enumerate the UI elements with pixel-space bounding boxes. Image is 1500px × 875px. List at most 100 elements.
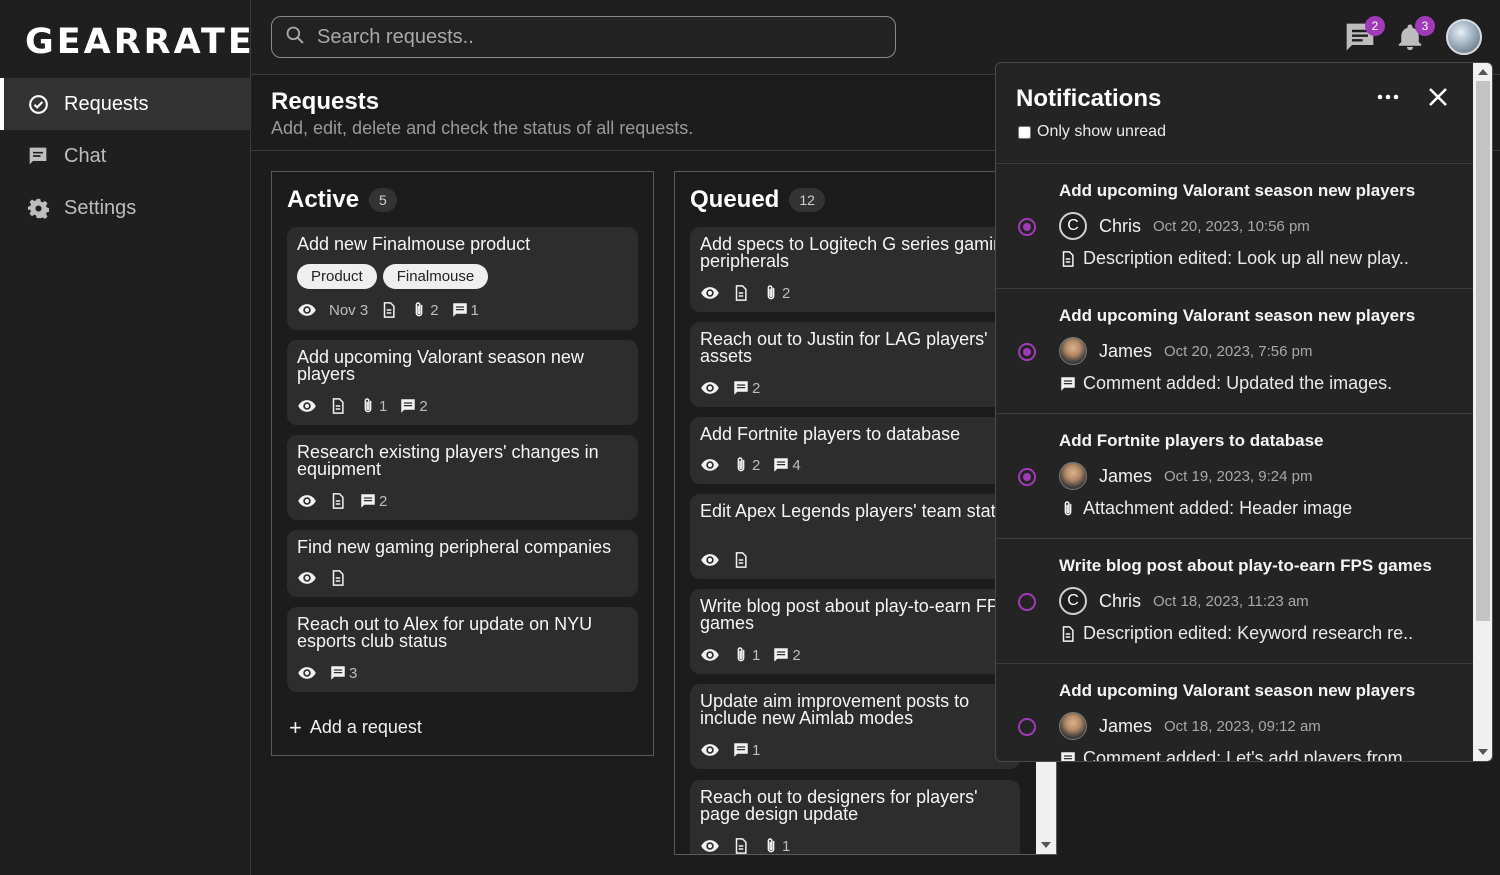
add-request-button[interactable]: + Add a request xyxy=(289,716,422,738)
request-card[interactable]: Write blog post about play-to-earn FPS g… xyxy=(690,589,1020,674)
only-unread-checkbox[interactable] xyxy=(1018,125,1031,139)
card-title: Add Fortnite players to database xyxy=(700,424,961,444)
card-title: Update aim improvement posts to include … xyxy=(700,691,970,728)
request-card[interactable]: Research existing players' changes in eq… xyxy=(287,435,638,520)
unread-indicator[interactable] xyxy=(1018,343,1036,361)
eye-icon xyxy=(700,283,720,303)
search-box[interactable] xyxy=(271,16,896,58)
comment-icon xyxy=(732,741,750,759)
eye-icon xyxy=(700,740,720,760)
user-avatar[interactable] xyxy=(1446,19,1482,55)
notification-item[interactable]: Add Fortnite players to database James O… xyxy=(996,414,1474,539)
notification-desc: Attachment added: Header image xyxy=(1083,498,1353,518)
request-card[interactable]: Add upcoming Valorant season new players… xyxy=(287,340,638,425)
document-icon xyxy=(329,397,347,415)
request-card[interactable]: Add specs to Logitech G series gaming pe… xyxy=(690,227,1020,312)
notification-title: Add Fortnite players to database xyxy=(1059,431,1324,450)
request-card[interactable]: Reach out to designers for players' page… xyxy=(690,780,1020,855)
column-title: Queued xyxy=(690,186,780,213)
notification-item[interactable]: Add upcoming Valorant season new players… xyxy=(996,664,1474,763)
request-card[interactable]: Edit Apex Legends players' team status xyxy=(690,494,1020,579)
notifications-scrollbar[interactable] xyxy=(1473,63,1492,761)
comment-count: 2 xyxy=(792,646,801,664)
queued-scrollbar[interactable] xyxy=(1036,760,1056,854)
eye-icon xyxy=(700,550,720,570)
column-title: Active xyxy=(287,186,360,213)
request-card[interactable]: Add new Finalmouse product Product Final… xyxy=(287,227,638,330)
attachment-icon xyxy=(359,397,377,415)
notification-item[interactable]: Write blog post about play-to-earn FPS g… xyxy=(996,539,1474,664)
notification-date: Oct 20, 2023, 10:56 pm xyxy=(1153,217,1310,235)
comment-icon xyxy=(1059,375,1077,393)
scroll-down-arrow[interactable] xyxy=(1041,842,1051,848)
request-card[interactable]: Find new gaming peripheral companies xyxy=(287,530,638,597)
sidebar-item-settings[interactable]: Settings xyxy=(0,182,250,234)
scroll-down-arrow[interactable] xyxy=(1478,749,1488,755)
sidebar: GEARRATE Requests Chat Settings xyxy=(0,0,252,875)
eye-icon xyxy=(700,645,720,665)
unread-indicator[interactable] xyxy=(1018,218,1036,236)
notification-title: Write blog post about play-to-earn FPS g… xyxy=(1059,556,1432,575)
sidebar-item-chat[interactable]: Chat xyxy=(0,130,250,182)
avatar: C xyxy=(1059,587,1087,615)
eye-icon xyxy=(700,378,720,398)
unread-indicator[interactable] xyxy=(1018,468,1036,486)
comment-count: 2 xyxy=(379,492,388,510)
notification-date: Oct 18, 2023, 09:12 am xyxy=(1164,717,1321,735)
comment-icon xyxy=(359,492,377,510)
sidebar-item-requests[interactable]: Requests xyxy=(0,78,250,130)
notifications-panel: Notifications Only show unread Add upcom… xyxy=(995,62,1493,762)
attachment-icon xyxy=(732,456,750,474)
notifications-header: Notifications Only show unread xyxy=(996,63,1474,164)
sidebar-item-label: Requests xyxy=(64,92,149,115)
only-unread-toggle[interactable]: Only show unread xyxy=(1018,123,1166,141)
eye-icon xyxy=(297,568,317,588)
attachment-count: 1 xyxy=(782,837,791,855)
attachment-icon xyxy=(410,301,428,319)
chat-button[interactable]: 2 xyxy=(1343,16,1385,54)
notification-item[interactable]: Add upcoming Valorant season new players… xyxy=(996,289,1474,414)
document-icon xyxy=(732,551,750,569)
card-title: Research existing players' changes in eq… xyxy=(297,442,599,479)
unread-indicator[interactable] xyxy=(1018,718,1036,736)
column-count: 5 xyxy=(369,188,397,212)
request-card[interactable]: Reach out to Justin for LAG players' ass… xyxy=(690,322,1020,407)
comment-icon xyxy=(1059,750,1077,763)
column-active: Active 5 Add new Finalmouse product Prod… xyxy=(271,171,654,756)
comment-icon xyxy=(329,664,347,682)
request-card[interactable]: Add Fortnite players to database 2 4 xyxy=(690,417,1020,484)
card-title: Add specs to Logitech G series gaming pe… xyxy=(700,234,1014,271)
chat-badge: 2 xyxy=(1365,16,1385,36)
more-options-icon[interactable] xyxy=(1376,85,1400,114)
scroll-up-arrow[interactable] xyxy=(1478,69,1488,75)
request-card[interactable]: Update aim improvement posts to include … xyxy=(690,684,1020,769)
app-logo[interactable]: GEARRATE xyxy=(25,22,255,62)
notifications-button[interactable]: 3 xyxy=(1393,16,1435,54)
document-icon xyxy=(732,837,750,855)
notification-desc: Comment added: Let's add players from xyxy=(1083,748,1403,762)
close-icon[interactable] xyxy=(1426,85,1450,114)
eye-icon xyxy=(297,396,317,416)
card-title: Reach out to designers for players' page… xyxy=(700,787,978,824)
notification-desc: Comment added: Updated the images. xyxy=(1083,373,1393,393)
attachment-count: 2 xyxy=(782,284,791,302)
attachment-count: 2 xyxy=(752,456,761,474)
tag[interactable]: Finalmouse xyxy=(382,264,489,289)
card-title: Find new gaming peripheral companies xyxy=(297,537,612,557)
attachment-icon xyxy=(762,837,780,855)
attachment-count: 2 xyxy=(430,301,439,319)
avatar xyxy=(1059,462,1087,490)
notification-user: James xyxy=(1099,340,1153,361)
request-card[interactable]: Reach out to Alex for update on NYU espo… xyxy=(287,607,638,692)
notification-item[interactable]: Add upcoming Valorant season new players… xyxy=(996,164,1474,289)
comment-icon xyxy=(399,397,417,415)
check-circle-icon xyxy=(27,93,49,115)
scrollbar-thumb[interactable] xyxy=(1476,81,1490,621)
search-input[interactable] xyxy=(317,25,877,49)
sidebar-item-label: Chat xyxy=(64,144,107,167)
avatar xyxy=(1059,712,1087,740)
tag[interactable]: Product xyxy=(297,264,377,289)
document-icon xyxy=(380,301,398,319)
unread-indicator[interactable] xyxy=(1018,593,1036,611)
attachment-count: 1 xyxy=(379,397,388,415)
